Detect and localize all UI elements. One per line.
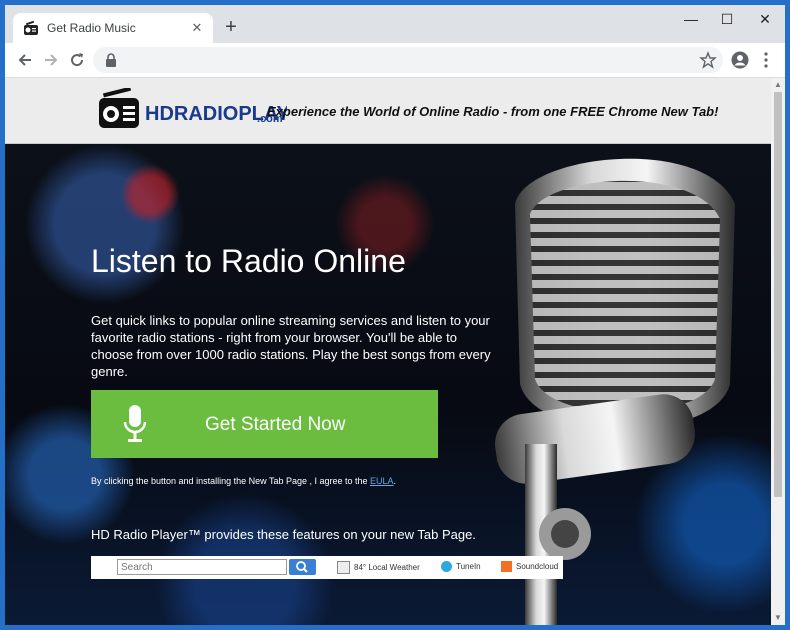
minimize-button[interactable]: — [677, 11, 705, 31]
bookmark-star-icon[interactable] [699, 51, 717, 69]
web-page: HDRADIOPLAYER .com Experience the World … [5, 78, 771, 625]
kebab-menu-icon[interactable] [761, 51, 771, 69]
hdradioplayer-logo[interactable]: HDRADIOPLAYER .com [97, 88, 287, 130]
maximize-button[interactable]: ☐ [713, 11, 741, 31]
new-tab-button[interactable]: + [221, 17, 241, 38]
back-arrow-icon[interactable] [15, 50, 35, 70]
weather-widget[interactable]: 84° Local Weather [337, 561, 420, 574]
scroll-down-arrow-icon[interactable]: ▼ [774, 614, 782, 622]
tab-close-icon[interactable]: ✕ [189, 20, 205, 36]
header-tagline: Experience the World of Online Radio - f… [267, 104, 719, 119]
preview-search-input[interactable] [117, 559, 287, 575]
tab-get-radio-music[interactable]: Get Radio Music ✕ [13, 13, 213, 43]
tunein-label: TuneIn [456, 562, 481, 571]
search-icon [296, 561, 308, 573]
tunein-icon [441, 561, 452, 572]
tab-title: Get Radio Music [47, 21, 136, 35]
profile-avatar-icon[interactable] [731, 51, 749, 69]
weather-label: 84° Local Weather [354, 563, 420, 572]
hero-headline: Listen to Radio Online [91, 243, 406, 280]
newtab-preview-bar: 84° Local Weather TuneIn Soundcloud [91, 556, 563, 579]
browser-frame: Get Radio Music ✕ + — ☐ ✕ HDRADIOPLAY .c… [5, 5, 785, 625]
browser-window: Get Radio Music ✕ + — ☐ ✕ HDRADIOPLAY .c… [0, 0, 790, 630]
terms-suffix: . [393, 476, 397, 486]
browser-toolbar [5, 43, 785, 78]
forward-arrow-icon[interactable] [41, 50, 61, 70]
tab-bar: Get Radio Music ✕ + — ☐ ✕ [5, 5, 785, 43]
eula-link[interactable]: EULA [370, 476, 394, 486]
get-started-label: Get Started Now [205, 414, 346, 435]
microphone-icon [123, 405, 147, 442]
preview-search-button[interactable] [289, 559, 316, 575]
soundcloud-label: Soundcloud [516, 562, 559, 571]
hero-description: Get quick links to popular online stream… [91, 313, 491, 379]
terms-text: By clicking the button and installing th… [91, 476, 396, 486]
lock-icon [106, 53, 116, 67]
scrollbar-thumb[interactable] [774, 92, 782, 497]
page-scrollbar[interactable]: ▲ ▼ [771, 78, 785, 625]
soundcloud-link[interactable]: Soundcloud [501, 561, 558, 572]
reload-icon[interactable] [67, 50, 87, 70]
terms-prefix: By clicking the button and installing th… [91, 476, 371, 486]
features-heading: HD Radio Player™ provides these features… [91, 527, 476, 542]
hero-section: Listen to Radio Online Get quick links t… [5, 144, 771, 625]
close-window-button[interactable]: ✕ [751, 11, 779, 31]
scroll-up-arrow-icon[interactable]: ▲ [774, 81, 782, 89]
radio-favicon-icon [24, 20, 38, 35]
site-header: HDRADIOPLAYER .com Experience the World … [5, 78, 771, 144]
soundcloud-icon [501, 561, 512, 572]
tunein-link[interactable]: TuneIn [441, 561, 481, 572]
weather-icon [337, 561, 350, 574]
address-bar[interactable] [93, 47, 723, 73]
get-started-button[interactable]: Get Started Now [91, 390, 438, 458]
